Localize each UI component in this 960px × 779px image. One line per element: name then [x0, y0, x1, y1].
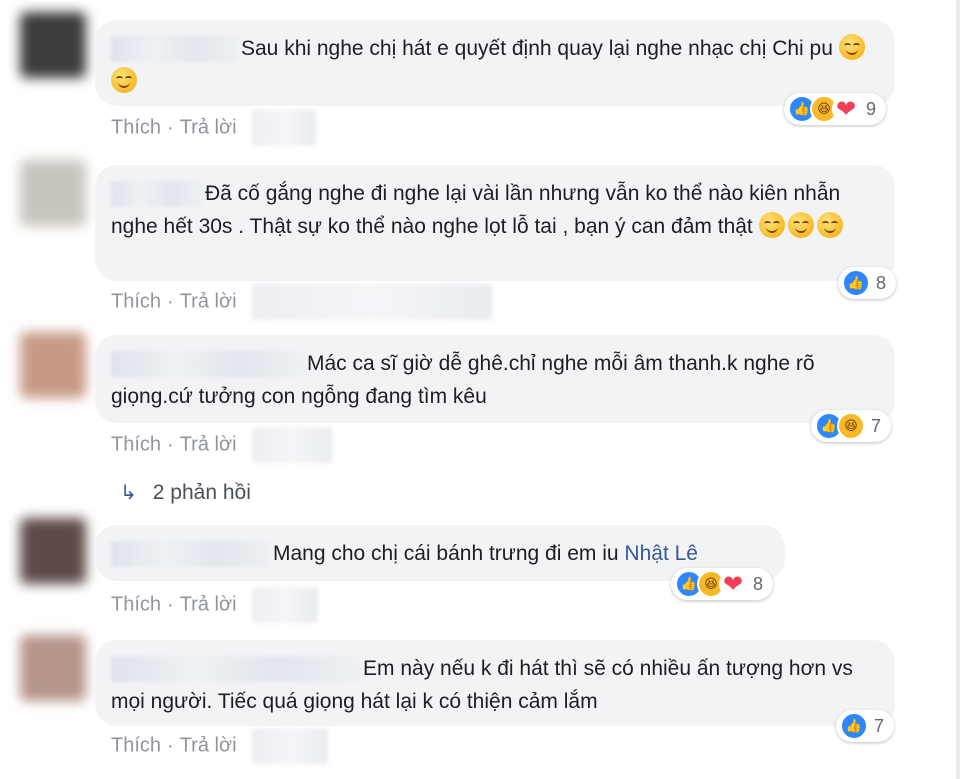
reaction-count: 7	[874, 715, 885, 736]
like-link[interactable]: Thích	[111, 594, 161, 616]
emoji-icon	[816, 212, 843, 238]
comment-text: Mang cho chị cái bánh trưng đi em iu	[273, 542, 619, 565]
reaction-summary[interactable]: 👍 😆 7	[811, 410, 892, 442]
avatar[interactable]	[20, 160, 86, 226]
reaction-count: 8	[876, 272, 887, 293]
reaction-count: 9	[866, 98, 877, 119]
avatar[interactable]	[20, 12, 86, 78]
thumbs-up-icon: 👍	[840, 712, 868, 740]
avatar[interactable]	[20, 635, 86, 701]
comment-bubble: Sau khi nghe chị hát e quyết định quay l…	[95, 20, 895, 106]
reply-link[interactable]: Trả lời	[180, 594, 237, 616]
comment-bubble: Em này nếu k đi hát thì sẽ có nhiều ấn t…	[95, 640, 895, 726]
heart-icon: ❤	[832, 95, 860, 123]
emoji-icon	[758, 212, 785, 238]
comment-bubble: Mác ca sĩ giờ dễ ghê.chỉ nghe mỗi âm tha…	[95, 335, 895, 423]
author-name[interactable]	[111, 656, 361, 683]
like-link[interactable]: Thích	[111, 735, 161, 757]
replies-count[interactable]: 2 phản hồi	[153, 481, 251, 504]
timestamp[interactable]	[252, 728, 329, 764]
timestamp[interactable]	[252, 284, 493, 320]
reaction-summary[interactable]: 👍 7	[836, 710, 895, 742]
reaction-summary[interactable]: 👍 8	[838, 267, 897, 299]
reaction-summary[interactable]: 👍 😆 ❤ 9	[784, 93, 887, 125]
author-name[interactable]	[111, 541, 271, 568]
reply-link[interactable]: Trả lời	[180, 735, 237, 757]
view-replies-link[interactable]: ↳ 2 phản hồi	[120, 480, 251, 505]
mention-link[interactable]: Nhật Lê	[624, 542, 698, 565]
author-name[interactable]	[111, 36, 239, 63]
reply-link[interactable]: Trả lời	[180, 117, 237, 139]
comment-text: Sau khi nghe chị hát e quyết định quay l…	[241, 37, 833, 60]
author-name[interactable]	[111, 181, 203, 208]
reaction-count: 8	[753, 573, 764, 594]
comment-actions: Thích · Trả lời	[111, 110, 317, 146]
avatar[interactable]	[20, 518, 86, 584]
reply-link[interactable]: Trả lời	[180, 291, 237, 313]
thumbs-up-icon: 👍	[842, 269, 870, 297]
comment-text: Đã cố gắng nghe đi nghe lại vài lần nhưn…	[111, 182, 841, 238]
emoji-icon	[787, 212, 814, 238]
comment-actions: Thích · Trả lời	[111, 728, 329, 764]
comment-actions: Thích · Trả lời	[111, 427, 333, 463]
timestamp[interactable]	[252, 427, 333, 463]
emoji-icon	[838, 34, 865, 60]
like-link[interactable]: Thích	[111, 291, 161, 313]
timestamp[interactable]	[252, 587, 319, 623]
comment-bubble: Đã cố gắng nghe đi nghe lại vài lần nhưn…	[95, 165, 895, 281]
avatar[interactable]	[20, 332, 86, 398]
reaction-count: 7	[871, 415, 882, 436]
laughing-face-icon: 😆	[837, 412, 865, 440]
like-link[interactable]: Thích	[111, 117, 161, 139]
heart-icon: ❤	[719, 570, 747, 598]
like-link[interactable]: Thích	[111, 434, 161, 456]
reaction-summary[interactable]: 👍 😆 ❤ 8	[671, 568, 774, 600]
reply-arrow-icon: ↳	[120, 482, 137, 504]
author-name[interactable]	[111, 351, 305, 378]
timestamp[interactable]	[252, 110, 317, 146]
reply-link[interactable]: Trả lời	[180, 434, 237, 456]
comment-actions: Thích · Trả lời	[111, 284, 493, 320]
comment-actions: Thích · Trả lời	[111, 587, 319, 623]
right-border	[956, 0, 960, 779]
emoji-icon	[111, 67, 137, 93]
